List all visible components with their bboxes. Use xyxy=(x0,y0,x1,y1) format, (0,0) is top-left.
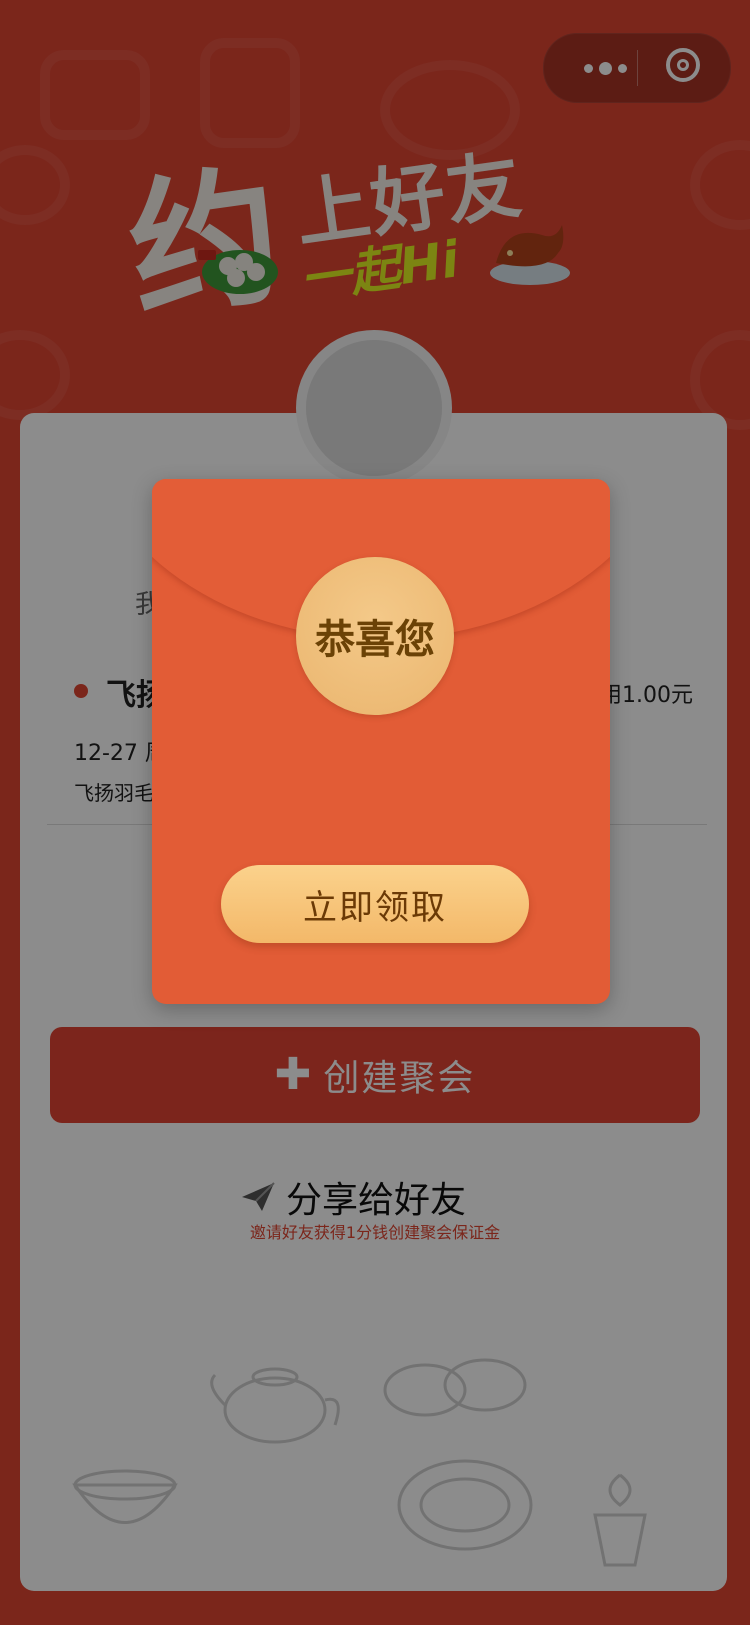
red-envelope-modal: 恭喜您 立即领取 xyxy=(152,479,610,1004)
claim-now-button[interactable]: 立即领取 xyxy=(221,865,529,943)
envelope-seal: 恭喜您 xyxy=(296,557,454,715)
